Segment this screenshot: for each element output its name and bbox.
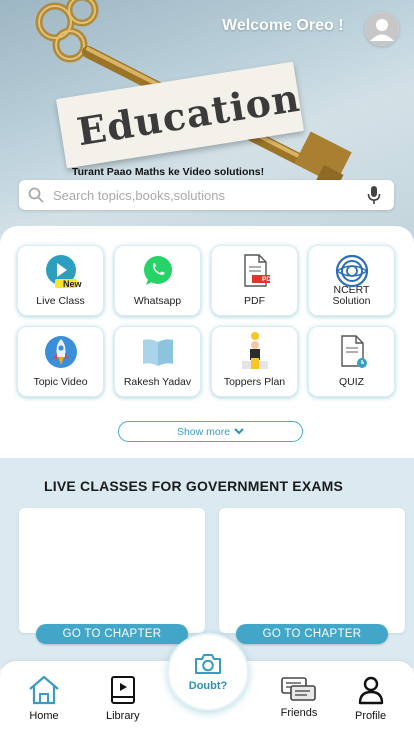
feature-label: Toppers Plan (223, 376, 286, 388)
search-icon (19, 180, 53, 210)
rocket-icon (43, 334, 79, 370)
feature-label: Topic Video (33, 376, 88, 388)
ncert-icon (334, 253, 370, 289)
go-to-chapter-button[interactable]: GO TO CHAPTER (236, 624, 388, 644)
feature-ncert-solution[interactable]: NCERT Solution (308, 245, 395, 316)
nav-library[interactable]: Library (106, 675, 140, 722)
feature-toppers-plan[interactable]: Toppers Plan (211, 326, 298, 397)
feature-label: PDF (244, 295, 265, 307)
nav-profile[interactable]: Profile (355, 675, 386, 722)
live-class-card[interactable] (219, 508, 405, 633)
microphone-icon[interactable] (354, 185, 394, 205)
feature-label: QUIZ (338, 376, 365, 388)
feature-quiz[interactable]: QUIZ (308, 326, 395, 397)
show-more-button[interactable]: Show more (118, 421, 303, 442)
doubt-button[interactable]: Doubt? (167, 633, 249, 711)
tagline: Turant Paao Maths ke Video solutions! (72, 166, 265, 178)
feature-rakesh-yadav[interactable]: Rakesh Yadav (114, 326, 201, 397)
chevron-down-icon (234, 428, 244, 435)
doubt-label: Doubt? (188, 680, 228, 692)
book-icon (140, 334, 176, 370)
camera-icon (195, 654, 221, 674)
search-input[interactable] (53, 187, 354, 203)
whatsapp-icon (140, 253, 176, 289)
welcome-text: Welcome Oreo ! (222, 17, 344, 34)
nav-friends[interactable]: Friends (279, 675, 319, 719)
show-more-label: Show more (176, 425, 231, 438)
profile-icon (358, 676, 383, 705)
chat-bubbles-icon (281, 677, 316, 701)
nav-home[interactable]: Home (27, 675, 61, 722)
nav-label: Profile (355, 710, 387, 722)
feature-pdf[interactable]: PDF PDF (211, 245, 298, 316)
new-badge: New (63, 279, 82, 289)
feature-grid: New Live Class Whatsapp PDF PDF NCERT So… (17, 245, 395, 397)
feature-topic-video[interactable]: Topic Video (17, 326, 104, 397)
library-icon (110, 676, 135, 704)
nav-label: Friends (280, 707, 318, 719)
pdf-badge: PDF (262, 276, 275, 283)
features-panel: New Live Class Whatsapp PDF PDF NCERT So… (0, 226, 414, 458)
trophy-icon (237, 331, 273, 371)
go-to-chapter-button[interactable]: GO TO CHAPTER (36, 624, 188, 644)
feature-live-class[interactable]: New Live Class (17, 245, 104, 316)
feature-label: Rakesh Yadav (123, 376, 192, 388)
nav-label: Library (106, 710, 140, 722)
pdf-icon (237, 253, 273, 289)
live-class-card[interactable] (19, 508, 205, 633)
quiz-icon (334, 334, 370, 370)
avatar[interactable] (365, 12, 399, 46)
user-icon (365, 12, 399, 46)
search-bar[interactable] (19, 180, 394, 210)
feature-label: Live Class (36, 295, 85, 307)
home-icon (29, 675, 59, 705)
nav-label: Home (29, 710, 59, 722)
hero-banner: Education Welcome Oreo ! Turant Paao Mat… (0, 0, 414, 250)
section-title: LIVE CLASSES FOR GOVERNMENT EXAMS (44, 478, 344, 494)
feature-whatsapp[interactable]: Whatsapp (114, 245, 201, 316)
feature-label: Whatsapp (133, 295, 182, 307)
